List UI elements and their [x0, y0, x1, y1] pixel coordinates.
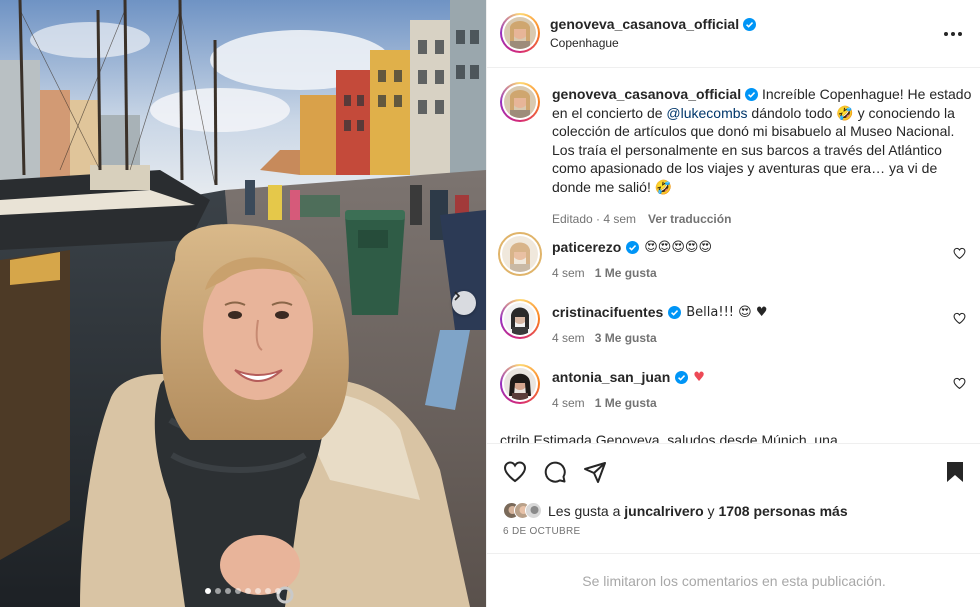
comment-username[interactable]: antonia_san_juan	[552, 369, 670, 385]
avatar	[525, 502, 542, 519]
comment-likes[interactable]: 1 Me gusta	[595, 266, 657, 280]
likes-summary[interactable]: Les gusta a juncalrivero y 1708 personas…	[503, 502, 848, 519]
comment-text: antonia_san_juan ♥	[552, 369, 705, 385]
partial-comment: ctrilp Estimada Genoveva, saludos desde …	[500, 432, 838, 443]
carousel-dot	[235, 588, 241, 594]
comment-time: 4 sem	[552, 331, 585, 345]
more-icon	[944, 32, 948, 36]
heart-icon[interactable]	[953, 312, 966, 325]
carousel-dot	[275, 588, 281, 594]
caption-text: genoveva_casanova_official Increíble Cop…	[552, 85, 972, 196]
comment-meta: 4 sem 1 Me gusta	[552, 266, 657, 280]
see-translation-link[interactable]: Ver traducción	[648, 212, 731, 226]
avatar[interactable]	[498, 232, 542, 276]
comment-username[interactable]: cristinacifuentes	[552, 304, 663, 320]
avatar[interactable]	[500, 364, 540, 404]
carousel-dot	[265, 588, 271, 594]
verified-icon	[626, 240, 640, 254]
comment-time: 4 sem	[552, 396, 585, 410]
comment-likes[interactable]: 1 Me gusta	[595, 396, 657, 410]
post-date[interactable]: 6 DE OCTUBRE	[503, 526, 581, 537]
heart-icon[interactable]	[953, 247, 966, 260]
post-location[interactable]: Copenhague	[550, 36, 619, 50]
caption-edited-time: Editado · 4 sem	[552, 212, 637, 226]
verified-icon	[743, 17, 757, 31]
comment-text: cristinacifuentes Bella!!! 😍 ♥	[552, 304, 767, 320]
verified-icon	[668, 305, 682, 319]
comments-limited-notice: Se limitaron los comentarios en esta pub…	[487, 553, 980, 607]
comment-text: paticerezo 😍😍😍😍😍	[552, 239, 712, 255]
caption-avatar[interactable]	[500, 82, 540, 122]
next-arrow-icon	[454, 291, 461, 301]
comment-body: Bella!!! 😍 ♥	[686, 304, 768, 320]
share-icon[interactable]	[583, 460, 607, 484]
username-text[interactable]: genoveva_casanova_official	[550, 16, 739, 32]
carousel-next-button[interactable]	[452, 291, 476, 315]
carousel-dot	[245, 588, 251, 594]
avatar[interactable]	[500, 299, 540, 339]
comment-body: ♥	[693, 369, 705, 385]
comment-body: 😍😍😍😍😍	[644, 239, 713, 255]
photo-illustration	[0, 0, 486, 607]
comment-username[interactable]: paticerezo	[552, 239, 621, 255]
comment-item: antonia_san_juan ♥ 4 sem 1 Me gusta	[500, 364, 970, 414]
likes-others-link[interactable]: 1708 personas más	[718, 503, 847, 519]
post-author-username[interactable]: genoveva_casanova_official	[550, 16, 757, 32]
comment-meta: 4 sem 1 Me gusta	[552, 396, 657, 410]
caption-meta: Editado · 4 sem Ver traducción	[552, 212, 731, 226]
more-options-button[interactable]	[941, 24, 965, 44]
verified-icon	[675, 370, 689, 384]
carousel-dots	[0, 588, 486, 594]
avatar[interactable]	[500, 13, 540, 53]
carousel-dot	[225, 588, 231, 594]
post-photo[interactable]	[0, 0, 486, 607]
heart-icon[interactable]	[953, 377, 966, 390]
comments-scroll-area[interactable]: genoveva_casanova_official Increíble Cop…	[487, 69, 980, 443]
carousel-dot	[255, 588, 261, 594]
heart-icon[interactable]	[503, 460, 527, 484]
liker-username[interactable]: juncalrivero	[624, 503, 703, 519]
comment-item: paticerezo 😍😍😍😍😍 4 sem 1 Me gusta	[498, 232, 970, 284]
comment-item: cristinacifuentes Bella!!! 😍 ♥ 4 sem 3 Me…	[500, 299, 970, 349]
comment-icon[interactable]	[543, 460, 567, 484]
verified-icon	[745, 88, 759, 101]
comment-time: 4 sem	[552, 266, 585, 280]
comment-meta: 4 sem 3 Me gusta	[552, 331, 657, 345]
bookmark-icon[interactable]	[943, 460, 967, 484]
comment-likes[interactable]: 3 Me gusta	[595, 331, 657, 345]
caption-username[interactable]: genoveva_casanova_official	[552, 86, 741, 102]
caption-mention-link[interactable]: @lukecombs	[666, 105, 747, 121]
post-side-panel: genoveva_casanova_official Copenhague ge…	[486, 0, 980, 607]
post-actions: Les gusta a juncalrivero y 1708 personas…	[487, 443, 980, 553]
carousel-dot	[215, 588, 221, 594]
carousel-dot	[205, 588, 211, 594]
likes-text: Les gusta a juncalrivero y 1708 personas…	[548, 502, 848, 519]
post-header: genoveva_casanova_official Copenhague	[487, 0, 980, 68]
